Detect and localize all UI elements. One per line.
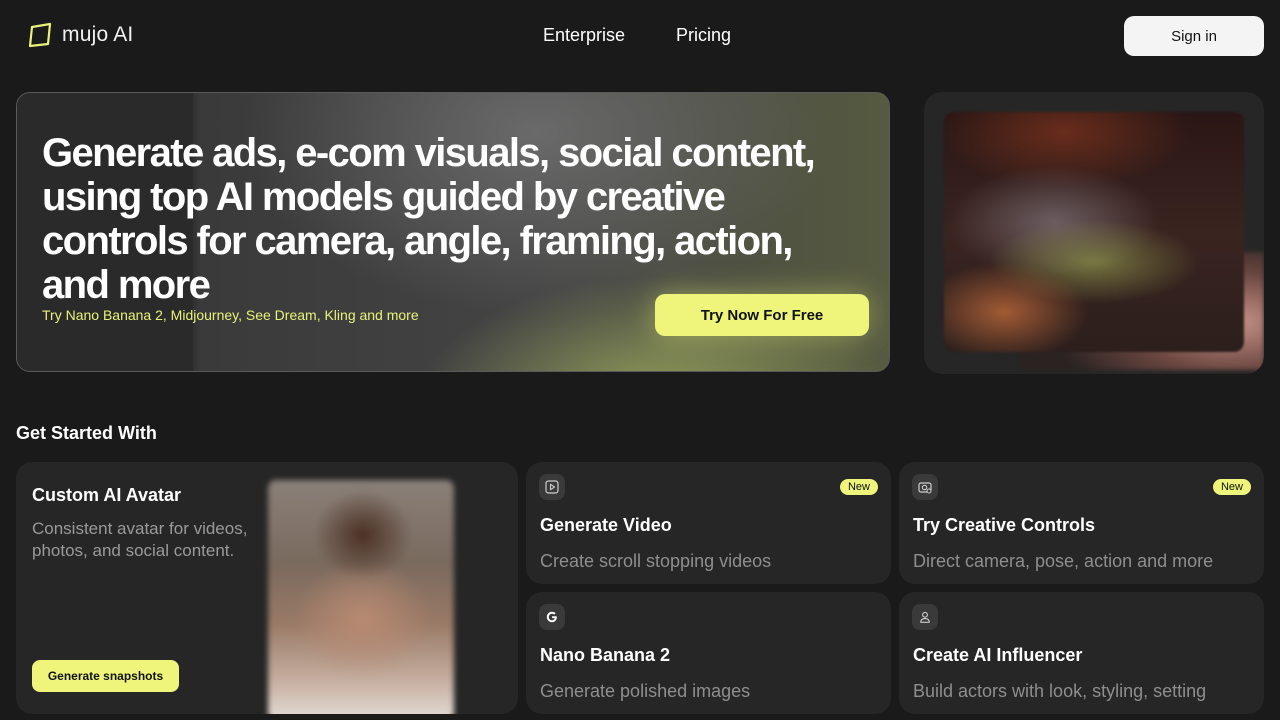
- camera-control-icon: [912, 474, 938, 500]
- preview-media[interactable]: [944, 112, 1244, 352]
- try-now-button[interactable]: Try Now For Free: [655, 294, 869, 336]
- hero-title: Generate ads, e-com visuals, social cont…: [42, 131, 816, 307]
- hero-subtitle: Try Nano Banana 2, Midjourney, See Dream…: [42, 307, 419, 323]
- google-g-icon: [539, 604, 565, 630]
- brand-name: mujo AI: [62, 23, 134, 46]
- tile-description: Create scroll stopping videos: [540, 551, 772, 571]
- user-icon: [912, 604, 938, 630]
- tile-nano-banana[interactable]: Nano Banana 2 Generate polished images: [526, 592, 891, 714]
- new-badge: New: [839, 479, 878, 495]
- new-badge: New: [1212, 479, 1251, 495]
- tile-generate-video[interactable]: New Generate Video Create scroll stoppin…: [526, 462, 891, 584]
- video-play-icon: [539, 474, 565, 500]
- hero-preview-panel: [924, 92, 1264, 374]
- avatar-preview-image: [268, 480, 454, 714]
- tile-creative-controls[interactable]: New Try Creative Controls Direct camera,…: [899, 462, 1264, 584]
- tile-ai-influencer[interactable]: Create AI Influencer Build actors with l…: [899, 592, 1264, 714]
- tile-title: Generate Video: [540, 515, 672, 535]
- nav-link-pricing[interactable]: Pricing: [676, 25, 731, 46]
- nav-link-enterprise[interactable]: Enterprise: [543, 25, 625, 46]
- tile-title: Try Creative Controls: [913, 515, 1096, 535]
- avatar-card-title: Custom AI Avatar: [32, 485, 182, 505]
- sign-in-button[interactable]: Sign in: [1124, 16, 1264, 56]
- tile-description: Generate polished images: [540, 681, 751, 701]
- top-navigation: mujo AI Enterprise Pricing Sign in: [0, 0, 1280, 72]
- brand-logo[interactable]: mujo AI: [28, 22, 133, 48]
- tile-description: Build actors with look, styling, setting: [913, 681, 1207, 701]
- section-title: Get Started With: [16, 423, 157, 443]
- custom-avatar-card[interactable]: Custom AI Avatar Consistent avatar for v…: [16, 462, 518, 714]
- tile-description: Direct camera, pose, action and more: [913, 551, 1214, 571]
- logo-mark-icon: [28, 22, 52, 48]
- nav-links: Enterprise Pricing: [543, 25, 731, 46]
- tile-title: Create AI Influencer: [913, 645, 1083, 665]
- tile-title: Nano Banana 2: [540, 645, 671, 665]
- generate-snapshots-button[interactable]: Generate snapshots: [32, 660, 179, 692]
- avatar-card-description: Consistent avatar for videos, photos, an…: [32, 519, 248, 560]
- hero-banner: Generate ads, e-com visuals, social cont…: [16, 92, 890, 372]
